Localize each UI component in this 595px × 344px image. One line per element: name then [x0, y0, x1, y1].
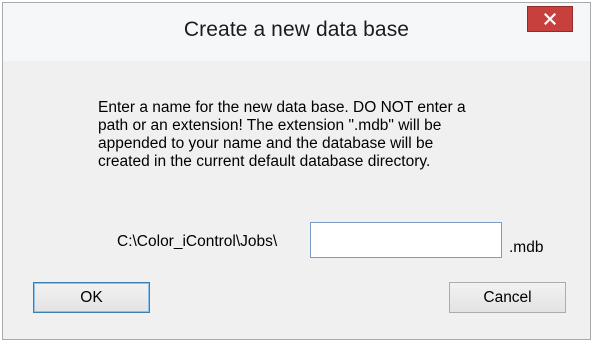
- directory-path-label: C:\Color_iControl\Jobs\: [117, 233, 278, 250]
- dialog-body: Enter a name for the new data base. DO N…: [12, 61, 581, 332]
- database-name-input[interactable]: [310, 222, 502, 258]
- dialog-title: Create a new data base: [183, 18, 410, 41]
- extension-label: .mdb: [509, 239, 544, 256]
- close-button[interactable]: [527, 6, 573, 32]
- dialog-window: Create a new data base Enter a name for …: [2, 2, 591, 340]
- title-bar[interactable]: Create a new data base: [3, 3, 590, 61]
- ok-button[interactable]: OK: [33, 282, 150, 313]
- cancel-button[interactable]: Cancel: [449, 282, 566, 313]
- instruction-text: Enter a name for the new data base. DO N…: [98, 99, 466, 170]
- close-icon: [544, 13, 556, 25]
